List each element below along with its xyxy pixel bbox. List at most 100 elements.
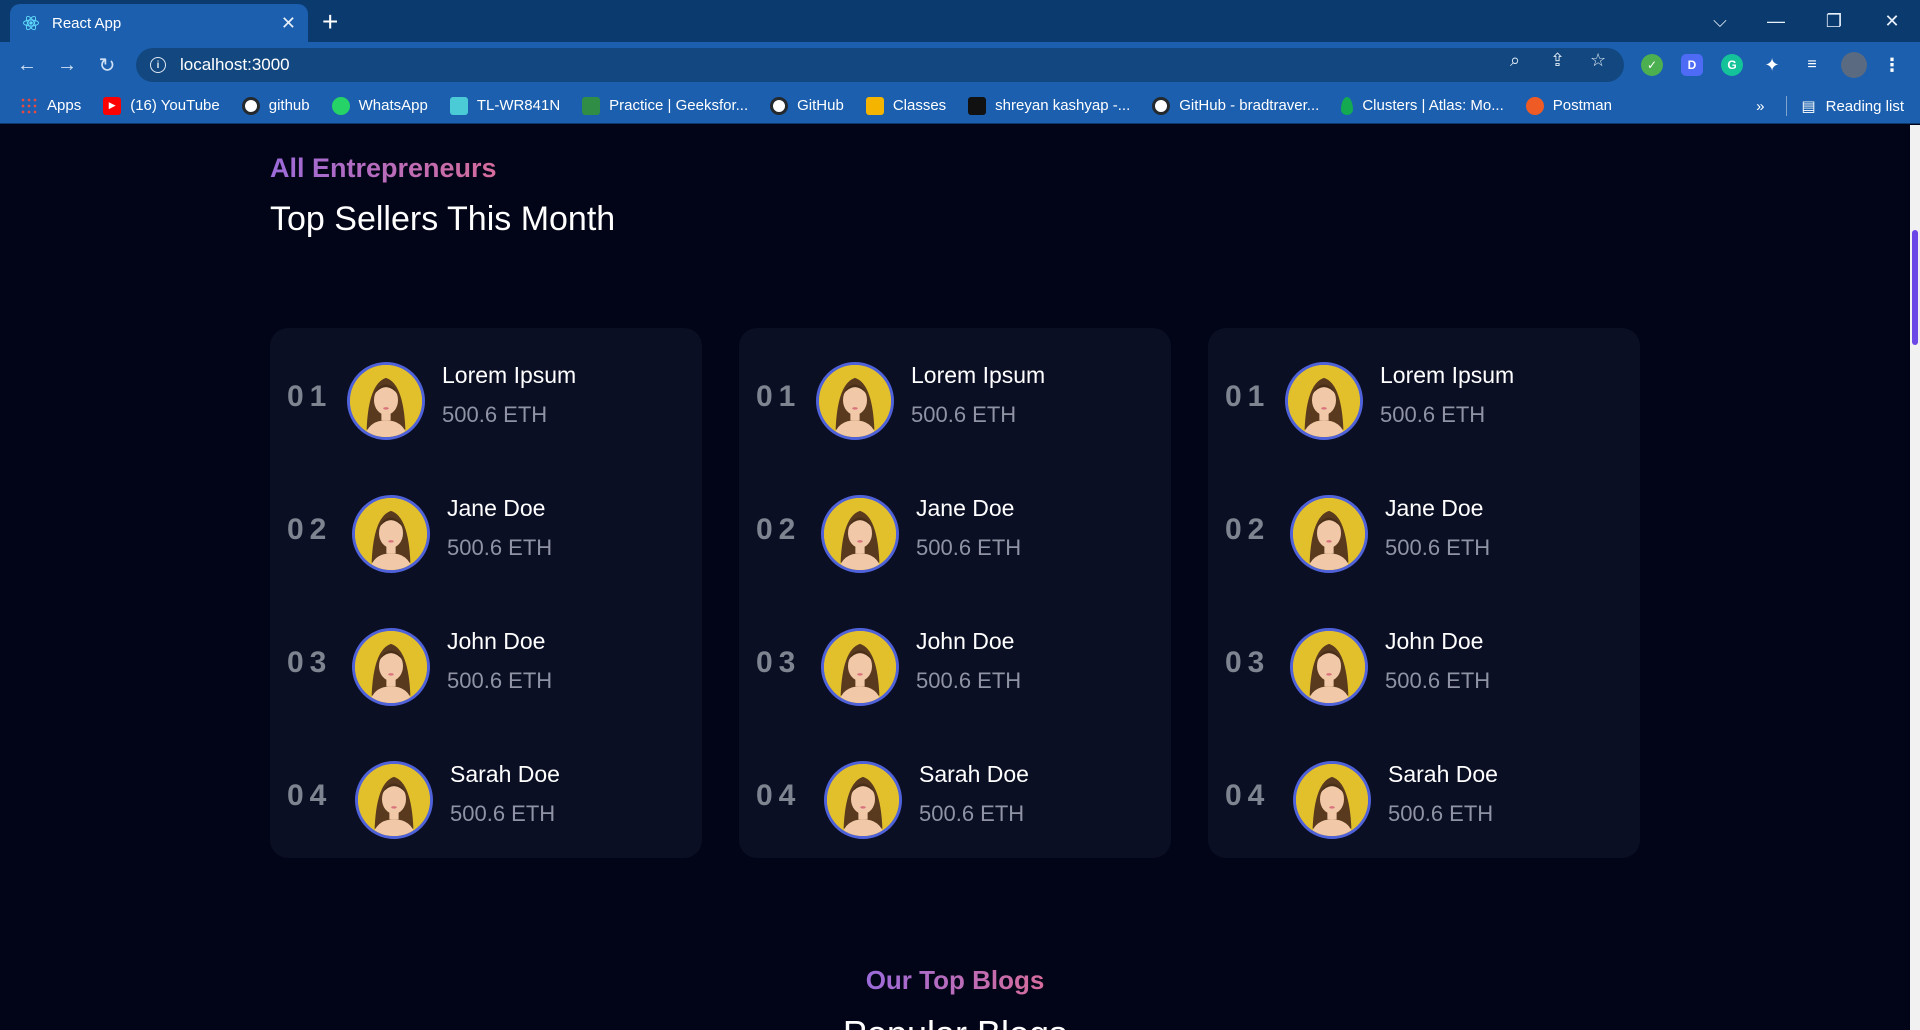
seller-row[interactable]: 02 Jane Doe 500.6 ETH [270, 493, 702, 575]
seller-rank: 03 [756, 646, 802, 679]
seller-rank: 01 [287, 380, 333, 413]
seller-avatar[interactable] [1290, 628, 1368, 706]
seller-rank: 02 [756, 513, 802, 546]
reload-button[interactable]: ↻ [92, 50, 122, 80]
bookmark-item[interactable]: WhatsApp [331, 96, 428, 115]
bookmark-item[interactable]: GitHub - bradtraver... [1152, 96, 1320, 115]
media-control-icon[interactable]: ≡ [1801, 54, 1823, 76]
seller-name[interactable]: Sarah Doe [450, 761, 560, 788]
tab-title: React App [52, 14, 122, 32]
bookmark-label: WhatsApp [358, 97, 428, 114]
bookmark-label: GitHub - bradtraver... [1179, 97, 1320, 114]
seller-amount: 500.6 ETH [447, 535, 553, 560]
bookmark-label: TL-WR841N [476, 97, 561, 114]
seller-row[interactable]: 01 Lorem Ipsum 500.6 ETH [739, 360, 1171, 442]
seller-avatar[interactable] [1285, 362, 1363, 440]
postman-icon [1525, 96, 1544, 115]
close-tab-icon[interactable]: ✕ [281, 13, 296, 34]
seller-amount: 500.6 ETH [919, 801, 1025, 826]
forward-button[interactable]: → [52, 50, 82, 80]
seller-name[interactable]: Lorem Ipsum [911, 362, 1045, 389]
browser-tab-active[interactable]: React App ✕ [10, 4, 308, 42]
address-text: localhost:3000 [180, 55, 290, 74]
seller-row[interactable]: 04 Sarah Doe 500.6 ETH [739, 759, 1171, 841]
bookmark-item[interactable]: Practice | Geeksfor... [582, 96, 748, 115]
bookmark-item[interactable]: TL-WR841N [449, 96, 561, 115]
top-sellers-card: 01 Lorem Ipsum 500.6 ETH 02 Jane Doe 500.6 ET… [270, 328, 702, 858]
seller-avatar[interactable] [352, 628, 430, 706]
seller-rank: 04 [756, 779, 802, 812]
browser-toolbar: ← → ↻ i localhost:3000 ⌕ ⇪ ☆ ✓ D G ✦ ≡ ⋮ [0, 42, 1920, 88]
seller-avatar[interactable] [821, 628, 899, 706]
bookmark-item[interactable]: Clusters | Atlas: Mo... [1341, 96, 1504, 115]
seller-name[interactable]: Sarah Doe [1388, 761, 1498, 788]
bookmarks-overflow-button[interactable]: » [1756, 98, 1764, 115]
seller-row[interactable]: 03 John Doe 500.6 ETH [739, 626, 1171, 708]
seller-name[interactable]: Jane Doe [447, 495, 545, 522]
bookmark-item[interactable]: shreyan kashyap -... [968, 96, 1131, 115]
seller-row[interactable]: 02 Jane Doe 500.6 ETH [1208, 493, 1640, 575]
section-eyebrow: All Entrepreneurs [270, 153, 497, 183]
seller-avatar[interactable] [1293, 761, 1371, 839]
seller-avatar[interactable] [824, 761, 902, 839]
whatsapp-icon [331, 96, 350, 115]
share-icon[interactable]: ⇪ [1550, 50, 1565, 71]
seller-avatar[interactable] [347, 362, 425, 440]
grammarly-icon[interactable]: G [1721, 54, 1743, 76]
close-window-button[interactable]: ✕ [1864, 0, 1920, 42]
bookmark-star-icon[interactable]: ☆ [1590, 50, 1606, 71]
zoom-icon[interactable]: ⌕ [1510, 50, 1520, 71]
bookmark-item[interactable]: GitHub [770, 96, 844, 115]
seller-avatar[interactable] [352, 495, 430, 573]
seller-name[interactable]: John Doe [447, 628, 545, 655]
seller-name[interactable]: Sarah Doe [919, 761, 1029, 788]
seller-row[interactable]: 03 John Doe 500.6 ETH [1208, 626, 1640, 708]
seller-rank: 02 [287, 513, 333, 546]
seller-name[interactable]: John Doe [916, 628, 1014, 655]
bookmark-label: shreyan kashyap -... [995, 97, 1131, 114]
site-info-icon[interactable]: i [150, 57, 166, 73]
seller-row[interactable]: 02 Jane Doe 500.6 ETH [739, 493, 1171, 575]
reading-list-icon: ▤ [1801, 98, 1816, 115]
seller-row[interactable]: 04 Sarah Doe 500.6 ETH [1208, 759, 1640, 841]
seller-row[interactable]: 04 Sarah Doe 500.6 ETH [270, 759, 702, 841]
address-bar[interactable]: i localhost:3000 [136, 48, 1624, 82]
react-icon [23, 15, 39, 31]
back-button[interactable]: ← [12, 50, 42, 80]
bookmark-item[interactable]: Classes [865, 96, 947, 115]
reading-list-button[interactable]: Reading list [1826, 98, 1904, 115]
seller-avatar[interactable] [355, 761, 433, 839]
seller-name[interactable]: John Doe [1385, 628, 1483, 655]
profile-avatar-icon[interactable] [1841, 52, 1867, 78]
seller-amount: 500.6 ETH [916, 535, 1022, 560]
restore-button[interactable]: ❐ [1806, 0, 1862, 42]
seller-amount: 500.6 ETH [916, 668, 1022, 693]
seller-amount: 500.6 ETH [1388, 801, 1494, 826]
seller-rank: 01 [1225, 380, 1271, 413]
seller-name[interactable]: Lorem Ipsum [442, 362, 576, 389]
minimize-button[interactable]: — [1748, 0, 1804, 42]
seller-avatar[interactable] [1290, 495, 1368, 573]
extension-green-icon[interactable]: ✓ [1641, 54, 1663, 76]
tplink-icon [449, 96, 468, 115]
seller-row[interactable]: 03 John Doe 500.6 ETH [270, 626, 702, 708]
seller-name[interactable]: Jane Doe [916, 495, 1014, 522]
scrollbar-thumb[interactable] [1912, 230, 1918, 345]
tab-search-icon[interactable]: ⌵ [1692, 0, 1748, 42]
bookmark-item[interactable]: github [241, 96, 310, 115]
bookmark-item[interactable]: Postman [1525, 96, 1612, 115]
seller-row[interactable]: 01 Lorem Ipsum 500.6 ETH [1208, 360, 1640, 442]
extensions-puzzle-icon[interactable]: ✦ [1761, 54, 1783, 76]
extension-d-icon[interactable]: D [1681, 54, 1703, 76]
bookmark-item[interactable]: ▶ (16) YouTube [103, 96, 220, 115]
seller-row[interactable]: 01 Lorem Ipsum 500.6 ETH [270, 360, 702, 442]
seller-name[interactable]: Jane Doe [1385, 495, 1483, 522]
seller-name[interactable]: Lorem Ipsum [1380, 362, 1514, 389]
browser-menu-icon[interactable]: ⋮ [1881, 54, 1903, 76]
seller-avatar[interactable] [816, 362, 894, 440]
page-scrollbar[interactable] [1910, 125, 1920, 1030]
new-tab-button[interactable]: + [322, 6, 338, 38]
bookmark-label: Classes [892, 97, 947, 114]
seller-avatar[interactable] [821, 495, 899, 573]
bookmark-item[interactable]: Apps [20, 96, 81, 115]
